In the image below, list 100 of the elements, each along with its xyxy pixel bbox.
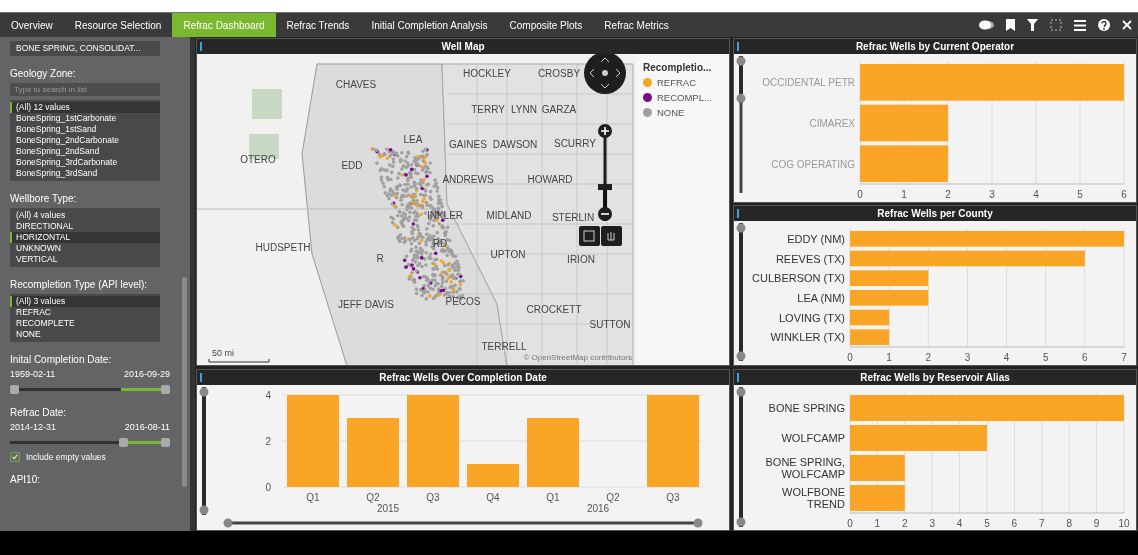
date-to[interactable]: 2016-09-29 [123,369,170,379]
county-label: PECOS [445,296,481,307]
bar[interactable] [850,309,890,326]
year-label: 2015 [375,503,401,514]
list-item[interactable]: RECOMPLETE [10,318,160,329]
nav-tab[interactable]: Refrac Trends [275,13,361,37]
axis-tick: 0 [847,518,853,529]
list-item[interactable]: REFRAC [10,307,160,318]
date-from[interactable]: 1959-02-11 [10,369,56,379]
nav-tab[interactable]: Refrac Metrics [593,13,680,37]
axis-tick: 4 [956,518,963,529]
date-from[interactable]: 2014-12-31 [10,422,57,432]
axis-tick: Q2 [366,492,380,503]
category-label: COG OPERATING [771,158,855,170]
range-slider[interactable] [199,387,209,515]
checkbox[interactable] [10,452,20,462]
list-item[interactable]: NONE [10,329,160,340]
axis-tick: 3 [964,352,971,363]
range-slider[interactable] [736,387,746,527]
axis-tick: 10 [1118,518,1130,529]
legend-title: Recompletio... [643,62,712,73]
county-label: EDD [341,160,363,171]
category-label: LOVING (TX) [779,311,845,324]
list-item[interactable]: BoneSpring_3rdSand [10,168,160,179]
range-slider[interactable] [223,518,703,528]
county-label: MIDLAND [486,210,532,221]
map-attribution: © OpenStreetMap contributors [523,353,632,362]
list-item[interactable]: UNKNOWN [10,243,160,254]
list-item[interactable]: BoneSpring_2ndCarbonate [10,135,160,146]
county-label: SCURRY [554,138,596,149]
selection-icon[interactable] [1050,19,1062,31]
county-label: INKLER [426,210,464,221]
axis-tick: Q1 [546,492,560,503]
list-item[interactable]: BONE SPRING, CONSOLIDAT... [10,43,160,54]
search-field[interactable]: Type to search in list [10,83,160,96]
list-item[interactable]: BoneSpring_1stSand [10,124,160,135]
date-to[interactable]: 2016-08-11 [124,422,170,432]
panel-title: Refrac Wells per County [734,206,1136,221]
category-label: BONE SPRING, WOLFCAMP [765,456,845,480]
hand-tool-icon[interactable] [601,226,622,246]
axis-tick: Q4 [486,492,500,503]
county-label: IRION [567,254,595,265]
bar[interactable] [860,104,948,142]
axis-tick: 4 [265,390,271,401]
filter-label: Wellbore Type: [10,193,78,204]
list-item[interactable]: (All) 12 values [10,102,160,113]
axis-tick: 8 [1066,518,1072,529]
filter-label: Geology Zone: [10,68,77,79]
list-item[interactable]: (All) 3 values [10,296,160,307]
map[interactable] [197,54,637,365]
range-slider[interactable] [10,438,170,447]
county-label: JEFF DAVIS [338,299,394,310]
axis-tick: 2 [902,518,908,529]
nav-tab[interactable]: Initial Completion Analysis [360,13,499,37]
axis-tick: 4 [1033,189,1039,200]
list-item[interactable]: VERTICAL [10,254,160,265]
list-item[interactable]: BoneSpring_1stCarbonate [10,113,160,124]
nav-tab[interactable]: Overview [0,13,64,37]
nav-tab[interactable]: Resource Selection [63,13,173,37]
menu-icon[interactable] [1074,19,1086,31]
list-item[interactable]: (All) 4 values [10,210,160,221]
panel-title: Refrac Wells by Reservoir Alias [734,370,1136,385]
select-tool-icon[interactable] [579,226,600,246]
range-slider[interactable] [10,385,170,394]
county-label: TERRY [471,104,505,115]
comment-icon[interactable] [978,19,994,31]
checkbox-label: Include empty values [26,452,106,462]
axis-tick: 0 [847,352,853,363]
nav-tab[interactable]: Composite Plots [498,13,594,37]
county-label: HUDSPETH [255,242,311,253]
list-item[interactable]: HORIZONTAL [10,232,160,243]
zoom-slider[interactable] [598,124,612,221]
filter-label: Refrac Date: [10,407,68,418]
axis-tick: 5 [1042,352,1049,363]
list-item[interactable]: BoneSpring_2ndSand [10,146,160,157]
panel-title: Well Map [197,39,729,54]
axis-tick: Q3 [666,492,680,503]
county-label: HOCKLEY [463,68,511,79]
county-label: ANDREWS [442,174,494,185]
filter-label: API10: [10,474,42,485]
county-label: CHAVES [335,79,377,90]
county-label: LEA [403,134,423,145]
scale-label: 50 mi [212,348,234,358]
list-item[interactable]: DIRECTIONAL [10,221,160,232]
filter-icon[interactable] [1027,19,1038,31]
list-item[interactable]: BoneSpring_3rdCarbonate [10,157,160,168]
bar[interactable] [850,329,890,345]
close-icon[interactable] [1122,20,1132,30]
category-label: EDDY (NM) [787,232,845,245]
axis-tick: 6 [1082,352,1088,363]
range-slider[interactable] [736,223,746,361]
help-icon[interactable] [1098,19,1110,31]
axis-tick: 7 [1121,352,1127,363]
scrollbar[interactable] [182,277,187,487]
filter-label: Inital Completion Date: [10,354,113,365]
pan-control[interactable] [584,54,626,94]
legend-label: RECOMPL... [657,92,712,103]
axis-tick: Q3 [426,492,440,503]
bookmark-icon[interactable] [1006,19,1015,31]
bar[interactable] [850,250,1085,267]
